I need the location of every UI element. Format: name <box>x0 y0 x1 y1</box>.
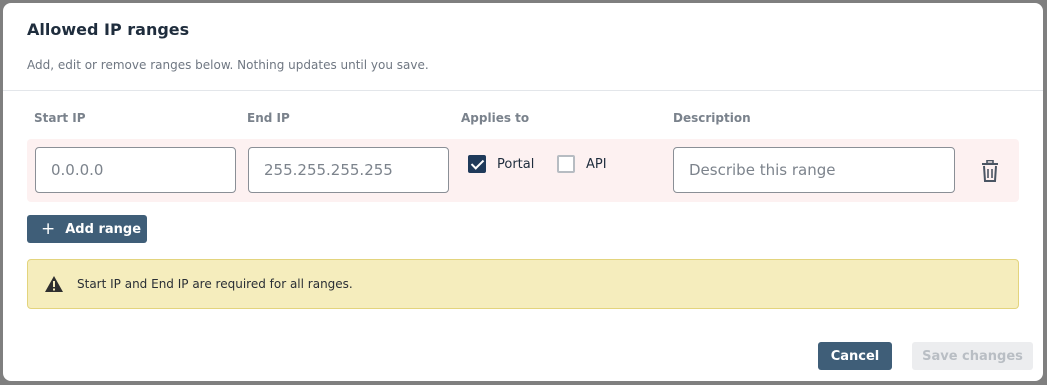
column-header-end-ip: End IP <box>247 111 290 125</box>
add-range-label: Add range <box>65 221 142 237</box>
end-ip-placeholder: 255.255.255.255 <box>264 161 393 179</box>
end-ip-input[interactable]: 255.255.255.255 <box>248 147 449 193</box>
column-header-description: Description <box>673 111 751 125</box>
start-ip-input[interactable]: 0.0.0.0 <box>35 147 236 193</box>
save-changes-button[interactable]: Save changes <box>912 342 1033 370</box>
portal-checkbox[interactable] <box>468 155 486 173</box>
column-header-start-ip: Start IP <box>34 111 86 125</box>
column-header-applies-to: Applies to <box>461 111 530 125</box>
trash-icon[interactable] <box>981 160 999 182</box>
dialog-subtitle: Add, edit or remove ranges below. Nothin… <box>27 58 429 72</box>
api-checkbox-option[interactable]: API <box>557 154 607 174</box>
plus-icon: + <box>41 218 56 239</box>
api-checkbox[interactable] <box>557 155 575 173</box>
warning-message: Start IP and End IP are required for all… <box>77 277 353 291</box>
ip-range-row: 0.0.0.0 255.255.255.255 Portal API Descr… <box>27 139 1019 202</box>
allowed-ip-ranges-dialog: Allowed IP ranges Add, edit or remove ra… <box>3 3 1043 381</box>
add-range-button[interactable]: + Add range <box>27 215 147 243</box>
description-placeholder: Describe this range <box>689 161 836 179</box>
cancel-button[interactable]: Cancel <box>818 342 892 370</box>
header-divider <box>3 90 1043 91</box>
dialog-title: Allowed IP ranges <box>27 20 190 39</box>
start-ip-placeholder: 0.0.0.0 <box>51 161 104 179</box>
portal-checkbox-option[interactable]: Portal <box>468 154 534 174</box>
warning-triangle-icon <box>45 276 63 292</box>
api-label: API <box>586 156 607 172</box>
portal-label: Portal <box>497 156 535 172</box>
validation-warning: Start IP and End IP are required for all… <box>27 259 1019 309</box>
description-input[interactable]: Describe this range <box>673 147 955 193</box>
